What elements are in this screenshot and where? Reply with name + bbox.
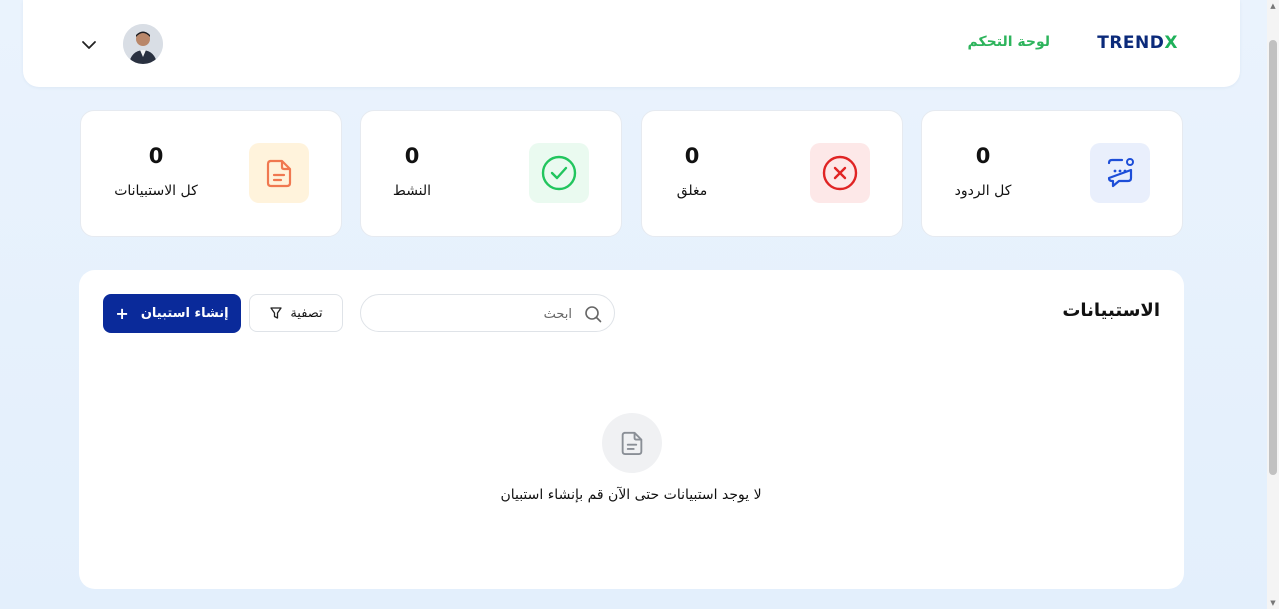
profile-dropdown-chevron-icon[interactable]	[78, 34, 100, 56]
trendx-logo[interactable]: TRENDX	[1097, 33, 1178, 53]
stat-card-active[interactable]: 0 النشط	[360, 110, 622, 237]
filter-button[interactable]: تصفية	[249, 294, 343, 332]
surveys-panel: الاستبيانات تصفية إنشاء استبيان + لا يوج…	[79, 270, 1184, 589]
create-survey-label: إنشاء استبيان	[140, 306, 229, 321]
scroll-down-arrow-icon[interactable]: ▼	[1269, 599, 1277, 607]
stat-value: 0	[404, 144, 420, 168]
filter-icon	[270, 307, 282, 319]
search-input[interactable]	[370, 295, 574, 333]
chat-bubble-icon	[1090, 143, 1150, 203]
filter-label: تصفية	[290, 305, 323, 321]
stat-label: كل الردود	[954, 183, 1012, 199]
scroll-up-arrow-icon[interactable]: ▲	[1269, 2, 1277, 10]
top-header: TRENDX لوحة التحكم	[23, 0, 1240, 87]
search-box[interactable]	[360, 294, 615, 333]
stat-value: 0	[975, 144, 991, 168]
avatar-image	[123, 24, 163, 64]
stat-value: 0	[148, 144, 164, 168]
empty-state-document-icon	[602, 413, 662, 473]
stat-label: كل الاستبيانات	[114, 183, 198, 199]
page-scrollbar[interactable]: ▲ ▼	[1267, 0, 1279, 609]
user-avatar[interactable]	[123, 24, 163, 64]
stat-card-all-responses[interactable]: 0 كل الردود	[921, 110, 1183, 237]
close-circle-icon	[810, 143, 870, 203]
check-circle-icon	[529, 143, 589, 203]
section-title: الاستبيانات	[1062, 300, 1160, 321]
plus-icon: +	[115, 304, 129, 323]
scroll-thumb[interactable]	[1269, 40, 1277, 475]
stat-card-closed[interactable]: 0 مغلق	[641, 110, 903, 237]
stat-value: 0	[684, 144, 700, 168]
empty-state-message: لا يوجد استبيانات حتى الآن قم بإنشاء است…	[500, 487, 762, 503]
create-survey-button[interactable]: إنشاء استبيان +	[103, 294, 241, 333]
search-icon	[585, 306, 602, 323]
nav-dashboard-link[interactable]: لوحة التحكم	[968, 34, 1050, 50]
stat-label: مغلق	[676, 183, 708, 199]
stat-label: النشط	[392, 183, 432, 199]
stat-card-all-surveys[interactable]: 0 كل الاستبيانات	[80, 110, 342, 237]
document-icon	[249, 143, 309, 203]
